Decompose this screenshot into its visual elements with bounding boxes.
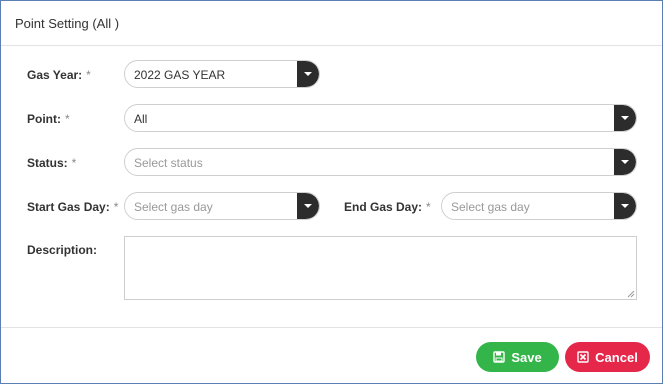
required-marker: * <box>113 200 119 214</box>
save-button[interactable]: Save <box>476 342 559 372</box>
end-gas-day-placeholder: Select gas day <box>451 200 530 214</box>
status-label-text: Status: <box>27 156 68 170</box>
close-box-icon <box>577 351 589 363</box>
start-gas-day-select[interactable]: Select gas day <box>124 192 320 220</box>
cancel-label: Cancel <box>595 349 638 365</box>
point-select[interactable]: All <box>124 104 637 132</box>
description-label: Description: <box>27 243 98 257</box>
footer-divider <box>1 327 662 328</box>
cancel-button[interactable]: Cancel <box>565 342 650 372</box>
point-setting-dialog: Point Setting (All ) Gas Year: * 2022 GAS… <box>0 0 663 384</box>
required-marker: * <box>86 68 91 82</box>
end-gas-day-label-text: End Gas Day: <box>344 200 423 214</box>
status-label: Status: * <box>27 156 76 170</box>
gas-year-label-text: Gas Year: <box>27 68 83 82</box>
chevron-down-icon[interactable] <box>614 149 636 175</box>
required-marker: * <box>71 156 77 170</box>
start-gas-day-label: Start Gas Day: * <box>27 200 118 214</box>
description-textarea[interactable] <box>124 236 637 300</box>
gas-year-value: 2022 GAS YEAR <box>134 68 226 82</box>
start-gas-day-placeholder: Select gas day <box>134 200 213 214</box>
end-gas-day-select[interactable]: Select gas day <box>441 192 637 220</box>
gas-year-label: Gas Year: * <box>27 68 91 82</box>
dialog-title: Point Setting (All ) <box>15 16 120 31</box>
resize-handle-icon[interactable] <box>627 290 635 298</box>
point-value: All <box>134 112 148 126</box>
end-gas-day-label: End Gas Day: * <box>344 200 431 214</box>
chevron-down-icon[interactable] <box>297 193 319 219</box>
chevron-down-icon[interactable] <box>614 105 636 131</box>
chevron-down-icon[interactable] <box>297 61 319 87</box>
required-marker: * <box>65 112 70 126</box>
start-gas-day-label-text: Start Gas Day: <box>27 200 110 214</box>
save-label: Save <box>511 349 542 365</box>
point-label-text: Point: <box>27 112 61 126</box>
status-placeholder: Select status <box>134 156 203 170</box>
gas-year-select[interactable]: 2022 GAS YEAR <box>124 60 320 88</box>
chevron-down-icon[interactable] <box>614 193 636 219</box>
dialog-header: Point Setting (All ) <box>1 1 662 46</box>
point-label: Point: * <box>27 112 70 126</box>
status-select[interactable]: Select status <box>124 148 637 176</box>
floppy-disk-icon <box>493 351 506 363</box>
required-marker: * <box>426 200 431 214</box>
